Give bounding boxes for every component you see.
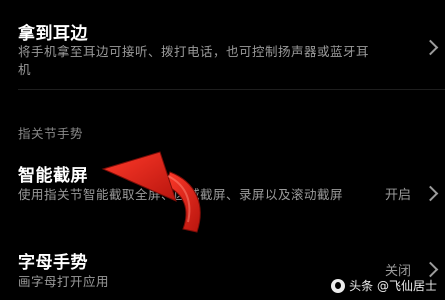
- watermark-logo-icon: [331, 278, 346, 293]
- setting-desc-smart-screenshot: 使用指关节智能截取全屏、区域截屏、录屏以及滚动截屏: [18, 187, 344, 202]
- gesture-settings-screen: 拿到耳边 将手机拿至耳边可接听、拨打电话，也可控制扬声器或蓝牙耳机 指关节手势 …: [0, 0, 445, 300]
- setting-desc-letter-gesture: 画字母打开应用: [18, 274, 110, 289]
- setting-desc-ear: 将手机拿至耳边可接听、拨打电话，也可控制扬声器或蓝牙耳机: [18, 44, 370, 77]
- setting-title-smart-screenshot: 智能截屏: [18, 166, 88, 186]
- section-header-knuckle-gestures: 指关节手势: [18, 126, 84, 141]
- chevron-right-icon: [422, 185, 439, 202]
- setting-title-ear: 拿到耳边: [18, 24, 88, 44]
- setting-row-smart-screenshot[interactable]: 智能截屏 使用指关节智能截取全屏、区域截屏、录屏以及滚动截屏 开启: [0, 150, 445, 230]
- chevron-right-icon: [422, 261, 439, 278]
- divider: [18, 89, 445, 90]
- setting-value-smart-screenshot: 开启: [384, 188, 411, 203]
- chevron-right-icon: [422, 39, 439, 56]
- watermark: 头条 @飞仙居士: [331, 277, 437, 294]
- setting-row-ear[interactable]: 拿到耳边 将手机拿至耳边可接听、拨打电话，也可控制扬声器或蓝牙耳机: [0, 0, 445, 88]
- watermark-text: 头条 @飞仙居士: [349, 279, 437, 293]
- setting-title-letter-gesture: 字母手势: [18, 253, 88, 273]
